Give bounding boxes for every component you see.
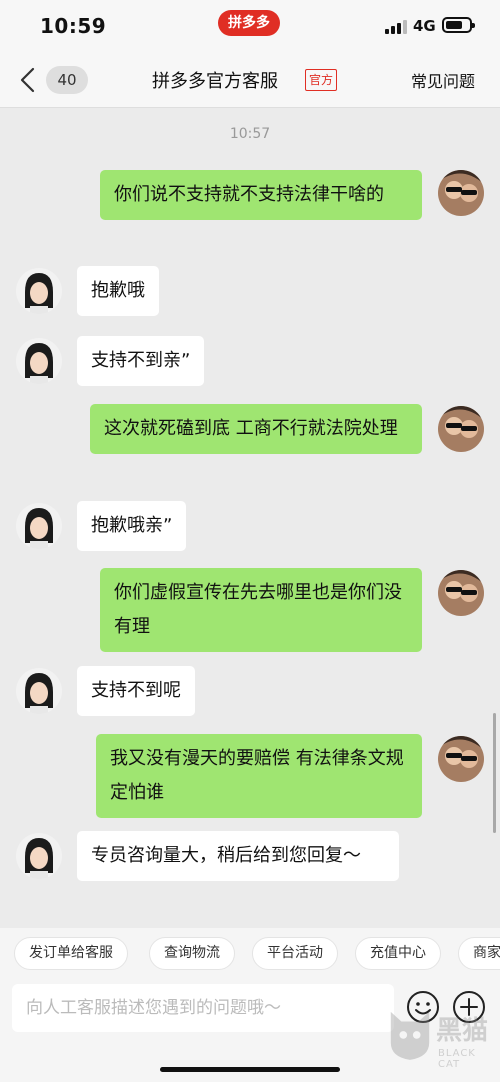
scrollbar[interactable]: [493, 713, 496, 833]
clock: 10:59: [40, 14, 107, 38]
message-bubble[interactable]: 我又没有漫天的要赔偿 有法律条文规定怕谁: [96, 734, 422, 818]
faq-link[interactable]: 常见问题: [411, 68, 475, 92]
quick-action-platform-events[interactable]: 平台活动: [252, 937, 338, 970]
message-bubble[interactable]: 抱歉哦: [77, 266, 159, 316]
user-avatar[interactable]: [438, 406, 484, 452]
quick-action-recharge[interactable]: 充值中心: [355, 937, 441, 970]
official-tag: 官方: [305, 69, 338, 91]
unread-badge[interactable]: 40: [46, 66, 88, 94]
page-title: 拼多多官方客服: [152, 71, 278, 92]
chevron-left-icon[interactable]: [14, 66, 42, 94]
agent-avatar[interactable]: [16, 338, 62, 384]
quick-action-send-order[interactable]: 发订单给客服: [14, 937, 128, 970]
agent-avatar[interactable]: [16, 668, 62, 714]
watermark-subtext: BLACK CAT: [438, 1048, 476, 1070]
message-bubble[interactable]: 专员咨询量大，稍后给到您回复～: [77, 831, 399, 881]
message-input[interactable]: 向人工客服描述您遇到的问题哦～: [12, 984, 394, 1032]
chat-area[interactable]: 10:57 你们说不支持就不支持法律干啥的 抱歉哦 支持不到亲ˮ 这次就死磕到底…: [0, 108, 500, 928]
quick-actions: 发订单给客服 查询物流 平台活动 充值中心 商家: [0, 928, 500, 980]
app-pill[interactable]: 拼多多: [218, 10, 280, 36]
battery-icon: [442, 17, 475, 33]
quick-action-track-shipping[interactable]: 查询物流: [149, 937, 235, 970]
timestamp: 10:57: [229, 126, 271, 142]
signal-icon: [385, 20, 407, 34]
home-indicator[interactable]: [160, 1067, 340, 1072]
user-avatar[interactable]: [438, 736, 484, 782]
watermark-text: 黑猫: [436, 1016, 489, 1046]
user-avatar[interactable]: [438, 170, 484, 216]
nav-bar: 40 拼多多官方客服 官方 常见问题: [0, 52, 500, 108]
cat-logo-icon: [390, 1011, 430, 1060]
message-bubble[interactable]: 支持不到亲ˮ: [77, 336, 205, 386]
quick-action-merchant[interactable]: 商家: [458, 937, 500, 970]
message-bubble[interactable]: 抱歉哦亲ˮ: [77, 501, 187, 551]
agent-avatar[interactable]: [16, 268, 62, 314]
message-bubble[interactable]: 你们虚假宣传在先去哪里也是你们没有理: [100, 568, 422, 652]
message-bubble[interactable]: 你们说不支持就不支持法律干啥的: [100, 170, 422, 220]
status-bar: 10:59 拼多多 4G: [0, 0, 500, 52]
network-type: 4G: [413, 17, 436, 35]
agent-avatar[interactable]: [16, 503, 62, 549]
message-bubble[interactable]: 这次就死磕到底 工商不行就法院处理: [90, 404, 422, 454]
agent-avatar[interactable]: [16, 833, 62, 879]
message-bubble[interactable]: 支持不到呢: [77, 666, 195, 716]
user-avatar[interactable]: [438, 570, 484, 616]
watermark: 黑猫 BLACK CAT: [386, 1000, 496, 1080]
